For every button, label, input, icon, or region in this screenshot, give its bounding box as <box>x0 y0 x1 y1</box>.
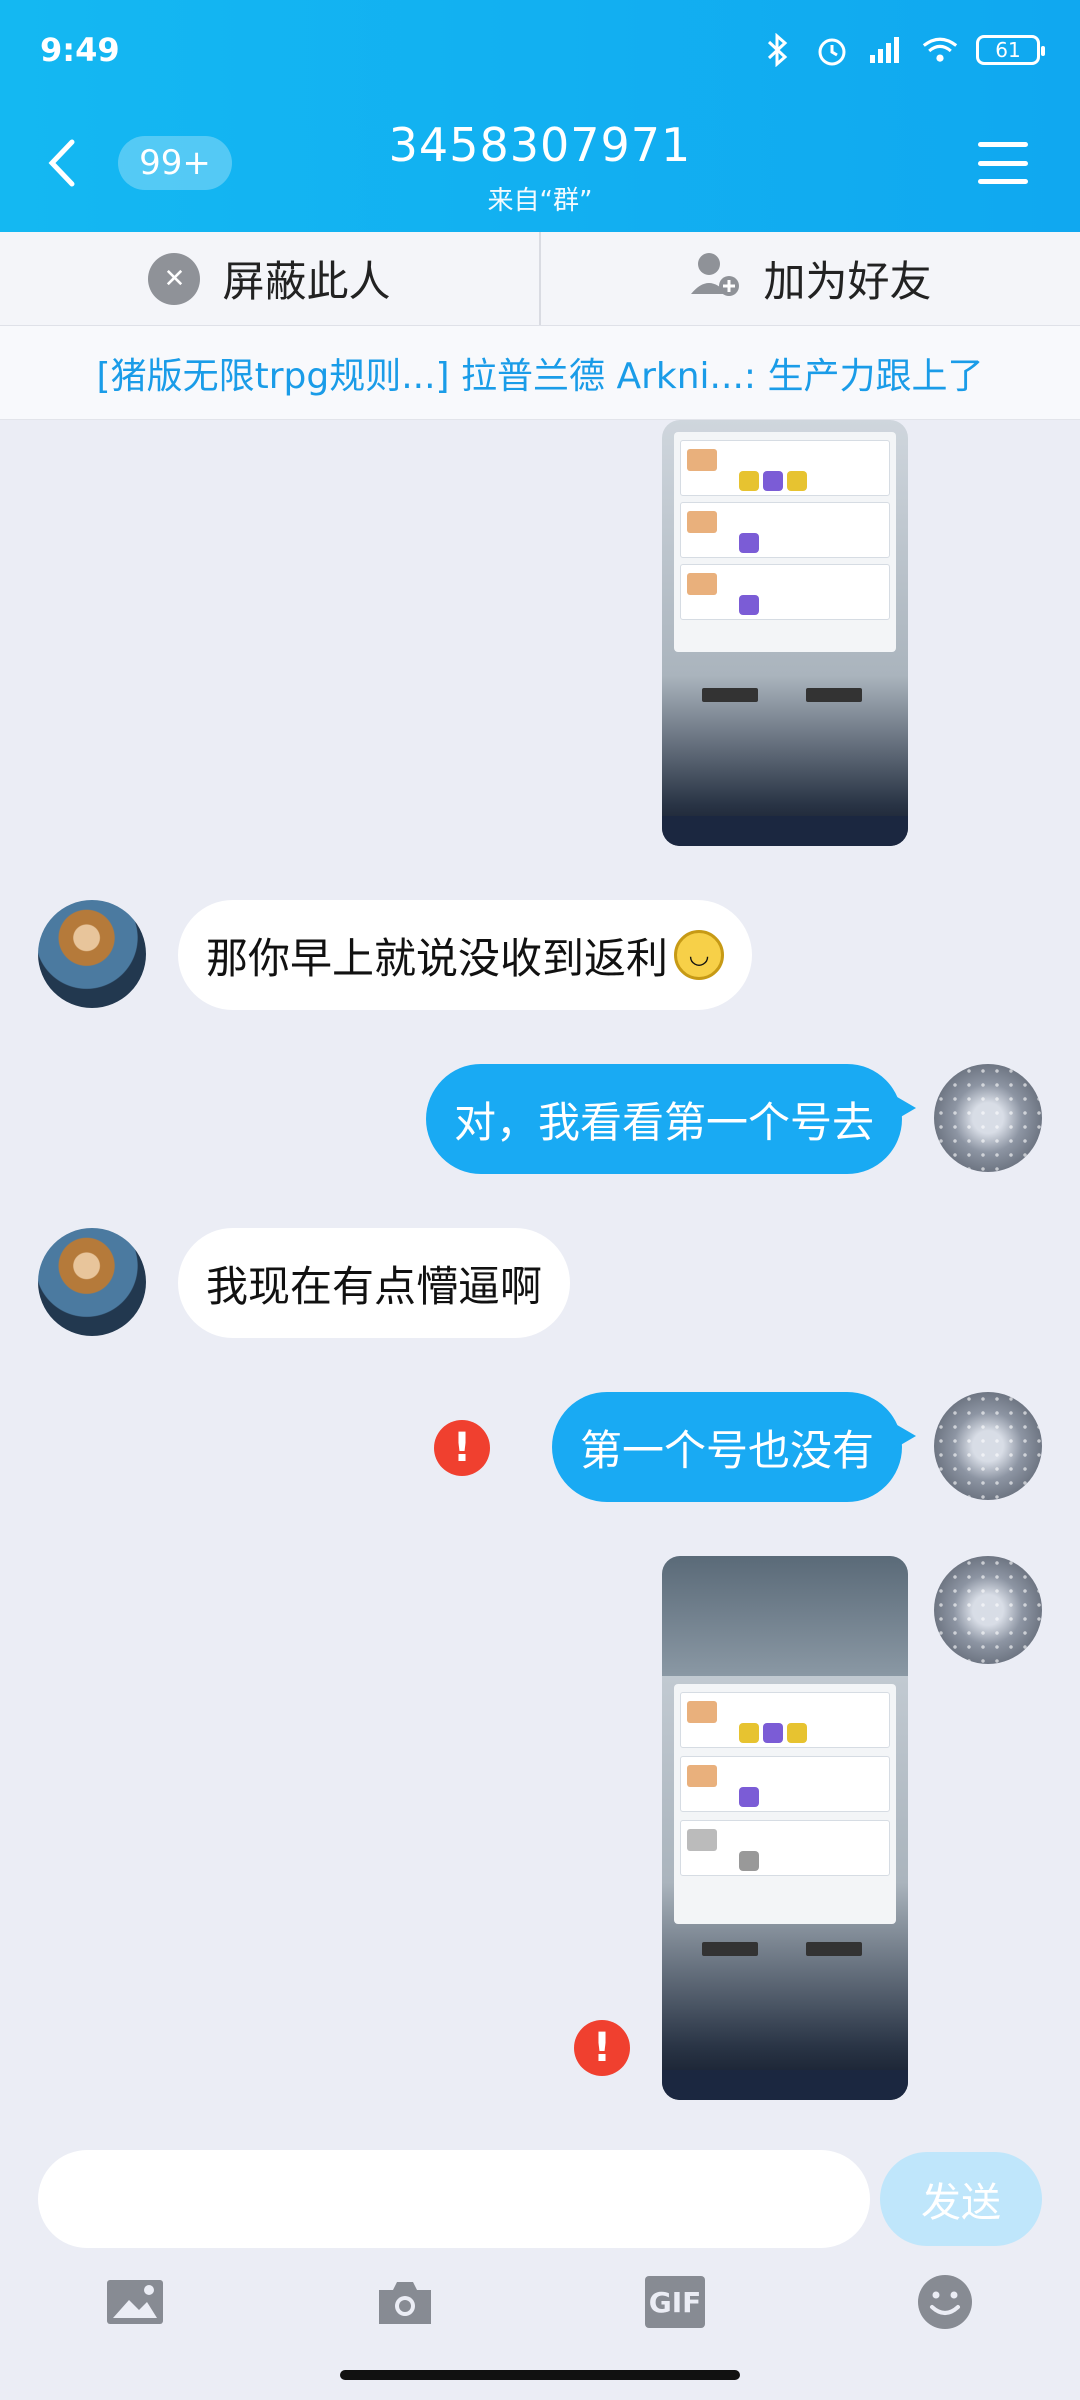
block-user-button[interactable]: ✕ 屏蔽此人 <box>0 232 539 325</box>
signal-icon <box>868 32 904 68</box>
message-bubble[interactable]: 对，我看看第一个号去 <box>425 1064 917 1174</box>
avatar[interactable] <box>38 1228 146 1336</box>
emoji-icon <box>918 2275 972 2329</box>
avatar[interactable] <box>934 1392 1042 1500</box>
home-indicator[interactable] <box>340 2370 740 2380</box>
status-icons: 61 <box>760 32 1045 68</box>
message-text: 第一个号也没有 <box>579 1425 874 1475</box>
input-toolbar: GIF <box>0 2262 1080 2342</box>
bluetooth-icon <box>760 32 796 68</box>
message-text: 那你早上就说没收到返利 <box>206 933 669 983</box>
image-button[interactable] <box>105 2274 165 2330</box>
message-text: 我现在有点懵逼啊 <box>206 1261 543 1311</box>
add-friend-icon <box>689 248 741 310</box>
message-input[interactable] <box>38 2150 870 2248</box>
group-notice-text: [猪版无限trpg规则...] 拉普兰德 Arkni...: 生产力跟上了 <box>96 355 984 397</box>
action-bar: ✕ 屏蔽此人 加为好友 <box>0 232 1080 326</box>
avatar[interactable] <box>934 1064 1042 1172</box>
block-icon: ✕ <box>148 252 201 305</box>
camera-icon <box>379 2282 431 2324</box>
menu-button[interactable] <box>978 142 1028 184</box>
block-user-label: 屏蔽此人 <box>222 257 391 306</box>
battery-icon: 61 <box>976 35 1045 65</box>
avatar[interactable] <box>934 1556 1042 1664</box>
avatar[interactable] <box>38 900 146 1008</box>
message-text: 对，我看看第一个号去 <box>453 1097 874 1147</box>
add-friend-label: 加为好友 <box>763 257 932 306</box>
alarm-icon <box>814 32 850 68</box>
page-title: 3458307971 <box>388 118 692 172</box>
camera-button[interactable] <box>375 2274 435 2330</box>
gif-icon: GIF <box>645 2276 705 2328</box>
wifi-icon <box>922 32 958 68</box>
image-icon <box>107 2280 163 2324</box>
smile-emoji-icon: ◡ <box>674 930 725 980</box>
error-icon[interactable]: ! <box>574 2020 630 2076</box>
status-bar: 9:49 61 <box>40 28 1045 72</box>
message-bubble[interactable]: 我现在有点懵逼啊 <box>178 1228 571 1338</box>
error-icon[interactable]: ! <box>434 1420 490 1476</box>
emoji-button[interactable] <box>915 2274 975 2330</box>
page-subtitle: 来自“群” <box>487 186 593 216</box>
menu-icon <box>978 142 1028 147</box>
message-bubble[interactable]: 那你早上就说没收到返利 ◡ <box>178 900 753 1010</box>
image-message[interactable] <box>662 1556 908 2100</box>
add-friend-button[interactable]: 加为好友 <box>539 232 1080 325</box>
group-notice[interactable]: [猪版无限trpg规则...] 拉普兰德 Arkni...: 生产力跟上了 <box>0 326 1080 420</box>
message-bubble[interactable]: 第一个号也没有 <box>551 1392 917 1502</box>
image-message-top[interactable] <box>662 420 908 846</box>
send-button[interactable]: 发送 <box>880 2152 1042 2246</box>
chat-header: 9:49 61 99+ 3458307971 来自“群” <box>0 0 1080 232</box>
gif-button[interactable]: GIF <box>645 2274 705 2330</box>
status-time: 9:49 <box>40 31 120 69</box>
